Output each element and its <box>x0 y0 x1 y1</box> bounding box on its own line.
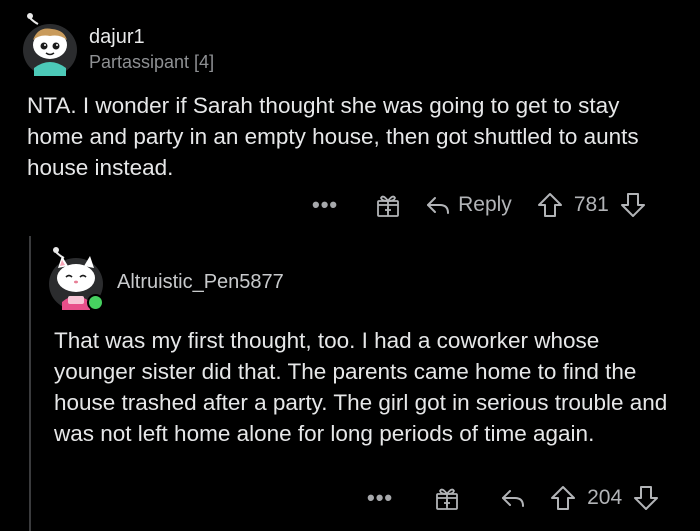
upvote-icon[interactable] <box>549 484 577 512</box>
comment-actions: ••• Reply 781 <box>312 190 647 220</box>
gift-award-icon[interactable] <box>433 484 461 512</box>
comment-body: That was my first thought, too. I had a … <box>54 328 668 446</box>
gift-award-icon[interactable] <box>374 191 402 219</box>
comment-body: NTA. I wonder if Sarah thought she was g… <box>27 93 639 180</box>
more-options-icon[interactable]: ••• <box>312 194 338 216</box>
user-flair: Partassipant [4] <box>89 52 215 72</box>
vote-score: 204 <box>587 486 623 509</box>
reply-arrow-icon[interactable] <box>424 191 452 219</box>
reply-arrow-icon[interactable] <box>499 484 527 512</box>
thread-line[interactable] <box>29 236 31 531</box>
vote-score: 781 <box>573 193 609 216</box>
comment-actions: ••• 204 <box>367 483 660 513</box>
reply-button[interactable]: Reply <box>458 193 512 217</box>
avatar[interactable] <box>20 12 80 78</box>
downvote-icon[interactable] <box>619 191 647 219</box>
comment-author[interactable]: Altruistic_Pen5877 <box>117 271 284 294</box>
upvote-icon[interactable] <box>536 191 564 219</box>
more-options-icon[interactable]: ••• <box>367 487 393 509</box>
comment-author[interactable]: dajur1 <box>89 26 145 49</box>
online-status-indicator <box>87 294 104 311</box>
downvote-icon[interactable] <box>632 484 660 512</box>
